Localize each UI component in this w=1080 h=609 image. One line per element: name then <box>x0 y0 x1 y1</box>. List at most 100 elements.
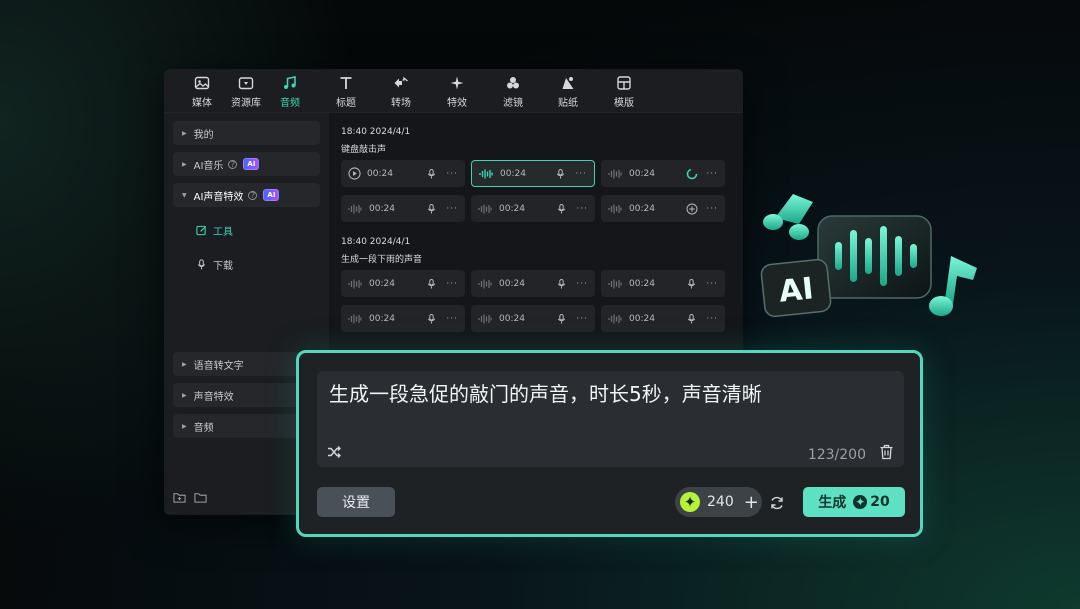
clip-duration: 00:24 <box>629 278 655 289</box>
clip-duration: 00:24 <box>369 203 395 214</box>
tab-effects[interactable]: 特效 <box>433 75 481 109</box>
shuffle-icon[interactable] <box>327 445 341 459</box>
sidebar-item-label: AI声音特效 <box>193 191 244 203</box>
sidebar-item-mine[interactable]: ▶ 我的 <box>173 121 320 145</box>
image-icon <box>194 76 210 90</box>
more-icon[interactable]: ··· <box>575 169 587 179</box>
audio-clip-card[interactable]: 00:24 ··· <box>601 305 725 332</box>
caret-right-icon: ▶ <box>182 391 187 399</box>
sidebar-subitem-downloads[interactable]: 下载 <box>196 257 233 272</box>
audio-clip-card[interactable]: 00:24 ··· <box>471 270 595 297</box>
more-icon[interactable]: ··· <box>576 204 588 214</box>
toolbar: 媒体 资源库 音频 标题 转场 特效 滤镜 贴纸 模版 <box>164 69 743 113</box>
add-circle-icon[interactable] <box>686 203 698 215</box>
help-icon[interactable]: ? <box>228 159 238 169</box>
more-icon[interactable]: ··· <box>706 279 718 289</box>
tab-label: 媒体 <box>192 98 212 109</box>
clip-duration: 00:24 <box>629 313 655 324</box>
text-icon <box>340 77 352 89</box>
tab-audio[interactable]: 音频 <box>266 75 314 109</box>
tab-label: 贴纸 <box>558 98 578 109</box>
audio-clip-card-selected[interactable]: 00:24 ··· <box>471 160 595 187</box>
tab-template[interactable]: 模版 <box>600 75 648 109</box>
add-folder-icon[interactable] <box>173 491 186 504</box>
waveform-icon <box>348 279 362 288</box>
sidebar-item-ai-sound-effects[interactable]: ▼ AI声音特效 ? AI <box>173 183 320 207</box>
prompt-panel: 生成一段急促的敲门的声音，时长5秒，声音清晰 123/200 设置 ✦ 240 … <box>296 350 923 537</box>
group-timestamp: 18:40 2024/4/1 <box>341 237 411 247</box>
music-note-icon <box>284 76 296 89</box>
more-icon[interactable]: ··· <box>446 204 458 214</box>
mic-icon[interactable] <box>427 278 436 289</box>
more-icon[interactable]: ··· <box>446 279 458 289</box>
more-icon[interactable]: ··· <box>706 204 718 214</box>
audio-clip-card[interactable]: 00:24 ··· <box>601 160 725 187</box>
folder-icon[interactable] <box>194 491 207 504</box>
mic-icon[interactable] <box>687 313 696 324</box>
char-counter: 123/200 <box>807 447 866 463</box>
clip-duration: 00:24 <box>369 278 395 289</box>
audio-clip-card[interactable]: 00:24 ··· <box>601 270 725 297</box>
prompt-textarea[interactable]: 生成一段急促的敲门的声音，时长5秒，声音清晰 <box>329 378 889 408</box>
mic-icon[interactable] <box>557 278 566 289</box>
settings-button[interactable]: 设置 <box>317 487 395 517</box>
mic-icon <box>197 259 206 270</box>
mic-icon[interactable] <box>557 203 566 214</box>
generate-button[interactable]: 生成 ✦ 20 <box>803 487 905 517</box>
sidebar-item-label: 我的 <box>193 129 214 141</box>
sidebar-item-ai-music[interactable]: ▶ AI音乐 ? AI <box>173 152 320 176</box>
mic-icon[interactable] <box>427 168 436 179</box>
credit-icon: ✦ <box>853 495 868 509</box>
clip-duration: 00:24 <box>499 203 525 214</box>
caret-right-icon: ▶ <box>182 360 187 368</box>
sidebar-subitem-label: 工具 <box>213 227 233 238</box>
mic-icon[interactable] <box>557 313 566 324</box>
clip-duration: 00:24 <box>629 203 655 214</box>
waveform-icon <box>608 279 622 288</box>
audio-clip-card[interactable]: 00:24 ··· <box>341 160 465 187</box>
audio-clip-card[interactable]: 00:24 ··· <box>601 195 725 222</box>
audio-clip-card[interactable]: 00:24 ··· <box>341 305 465 332</box>
help-icon[interactable]: ? <box>248 190 258 200</box>
tab-sticker[interactable]: 贴纸 <box>544 75 592 109</box>
sidebar-subitem-tools[interactable]: 工具 <box>196 223 233 238</box>
refresh-icon[interactable] <box>769 495 785 511</box>
edit-icon <box>196 225 207 236</box>
mic-icon[interactable] <box>556 168 565 179</box>
audio-clip-card[interactable]: 00:24 ··· <box>471 305 595 332</box>
add-credits-button[interactable]: + <box>744 492 759 513</box>
tab-media[interactable]: 媒体 <box>178 75 226 109</box>
clip-duration: 00:24 <box>367 168 393 179</box>
mic-icon[interactable] <box>687 278 696 289</box>
trash-icon[interactable] <box>879 444 894 460</box>
music-note-icon <box>929 256 977 316</box>
more-icon[interactable]: ··· <box>706 314 718 324</box>
waveform-icon <box>479 169 493 178</box>
more-icon[interactable]: ··· <box>446 314 458 324</box>
ai-badge: AI <box>263 189 280 201</box>
mic-icon[interactable] <box>427 313 436 324</box>
credit-coin-icon: ✦ <box>680 492 700 512</box>
more-icon[interactable]: ··· <box>706 169 718 179</box>
waveform-icon <box>608 169 622 178</box>
mic-icon[interactable] <box>427 203 436 214</box>
credits-value: 240 <box>707 494 734 510</box>
waveform-icon <box>608 314 622 323</box>
play-icon[interactable] <box>348 167 361 180</box>
tab-title[interactable]: 标题 <box>322 75 370 109</box>
prompt-input-box: 生成一段急促的敲门的声音，时长5秒，声音清晰 123/200 <box>317 371 904 467</box>
audio-clip-card[interactable]: 00:24 ··· <box>341 270 465 297</box>
clip-duration: 00:24 <box>629 168 655 179</box>
more-icon[interactable]: ··· <box>576 279 588 289</box>
tab-library[interactable]: 资源库 <box>222 75 270 109</box>
tab-transition[interactable]: 转场 <box>377 75 425 109</box>
tab-label: 音频 <box>280 98 300 109</box>
audio-clip-card[interactable]: 00:24 ··· <box>471 195 595 222</box>
more-icon[interactable]: ··· <box>576 314 588 324</box>
more-icon[interactable]: ··· <box>446 169 458 179</box>
tab-filter[interactable]: 滤镜 <box>489 75 537 109</box>
audio-clip-card[interactable]: 00:24 ··· <box>341 195 465 222</box>
waveform-icon <box>478 279 492 288</box>
tab-label: 特效 <box>447 98 467 109</box>
caret-right-icon: ▶ <box>182 129 187 137</box>
